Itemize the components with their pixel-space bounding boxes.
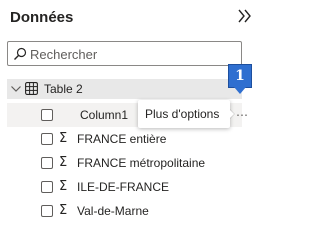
sigma-icon: Σ [59,203,68,218]
pane-header: Données [10,6,73,28]
field-label: ILE-DE-FRANCE [77,180,170,194]
table-node-table-2[interactable]: Table 2 [7,79,242,99]
field-label: FRANCE entière [77,132,167,146]
field-label: Val-de-Marne [77,204,149,218]
field-checkbox[interactable] [41,133,53,145]
field-checkbox[interactable] [41,205,53,217]
field-checkbox[interactable] [41,181,53,193]
table-icon [25,82,38,95]
sigma-icon: Σ [59,179,68,194]
pane-title: Données [10,8,74,26]
tooltip-arrow [229,109,234,119]
field-row-val-de-marne[interactable]: Σ Val-de-Marne [7,199,242,223]
chevron-down-icon[interactable] [10,84,22,94]
sigma-icon: Σ [59,155,68,170]
field-checkbox[interactable] [41,157,53,169]
field-row-france-entiere[interactable]: Σ FRANCE entière [7,127,242,151]
field-row-france-metropolitaine[interactable]: Σ FRANCE métropolitaine [7,151,242,175]
table-label: Table 2 [44,82,83,96]
field-label: Column1 [80,108,129,122]
field-row-ile-de-france[interactable]: Σ ILE-DE-FRANCE [7,175,242,199]
more-options-button[interactable]: ⋯ [236,108,256,122]
search-icon [14,47,27,60]
field-label: FRANCE métropolitaine [77,156,206,170]
step-callout-badge: 1 [228,64,252,88]
more-options-tooltip: Plus d'options [138,100,230,128]
double-chevron-right-icon [238,9,251,23]
search-box [7,41,242,66]
field-checkbox[interactable] [41,109,53,121]
data-pane: Données Table 2 Column1 Σ [0,0,259,240]
collapse-pane-button[interactable] [236,7,254,25]
sigma-icon: Σ [59,131,68,146]
callout-pointer [234,87,246,94]
search-input[interactable] [30,45,230,63]
